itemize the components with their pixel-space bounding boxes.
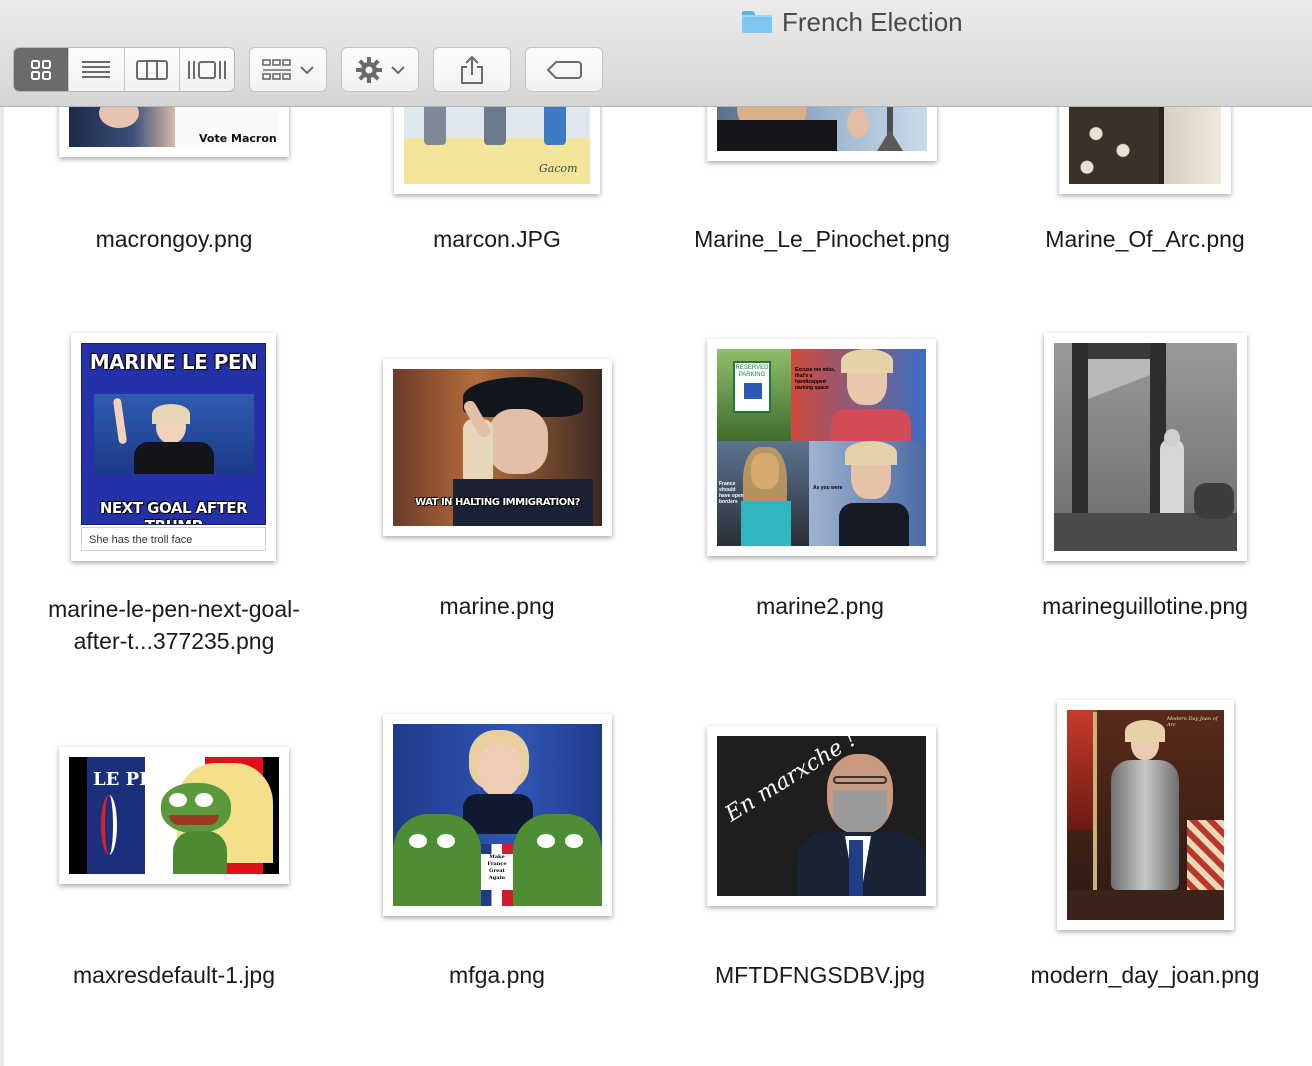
file-name[interactable]: macrongoy.png [24, 226, 324, 253]
tag-icon [546, 60, 582, 79]
file-thumbnail[interactable]: Modern Day Joan of Arc [1057, 700, 1234, 930]
file-thumbnail[interactable]: RESERVED PARKING Excuse me miss, that's … [707, 339, 936, 556]
meme-bottom-text: NEXT GOAL AFTER TRUMP [99, 499, 248, 524]
file-name[interactable]: marineguillotine.png [995, 593, 1295, 620]
file-thumbnail[interactable]: LE PEN [59, 747, 289, 884]
chevron-down-icon [300, 65, 314, 74]
thumbnail-text: Make France Great Again [481, 854, 513, 890]
columns-icon [135, 59, 168, 80]
list-icon [82, 60, 111, 78]
icon-view-grid: Vote Macron macrongoy.png Gacom marcon.J… [0, 0, 1312, 1066]
file-name[interactable]: marine.png [347, 593, 647, 620]
file-thumbnail[interactable]: MARINE LE PEN NEXT GOAL AFTER TRUMP She … [71, 333, 276, 561]
folder-icon [742, 11, 772, 33]
file-name[interactable]: mfga.png [347, 962, 647, 989]
file-thumbnail[interactable]: Make France Great Again [383, 714, 612, 916]
coverflow-view-button[interactable] [178, 48, 234, 91]
file-name[interactable]: modern_day_joan.png [995, 962, 1295, 989]
share-icon [461, 55, 483, 84]
file-name[interactable]: Marine_Le_Pinochet.png [672, 226, 972, 253]
icon-view-button[interactable] [14, 48, 69, 91]
file-thumbnail[interactable]: En marxche ! [707, 726, 936, 906]
file-name[interactable]: MFTDFNGSDBV.jpg [670, 962, 970, 989]
file-thumbnail[interactable]: WAT IN HALTING IMMIGRATION? [383, 359, 612, 536]
coverflow-icon [187, 60, 226, 79]
action-button[interactable] [341, 47, 419, 92]
file-name[interactable]: Marine_Of_Arc.png [995, 226, 1295, 253]
file-name[interactable]: marine2.png [670, 593, 970, 620]
column-view-button[interactable] [123, 48, 179, 91]
share-button[interactable] [433, 47, 511, 92]
view-mode-segmented-control [13, 47, 235, 92]
grid-icon [31, 59, 52, 80]
tags-button[interactable] [525, 47, 603, 92]
thumbnail-text: Modern Day Joan of Arc [1167, 716, 1218, 728]
thumbnail-signature: Gacom [539, 162, 578, 175]
list-view-button[interactable] [68, 48, 124, 91]
gear-icon [356, 56, 382, 83]
meme-top-text: MARINE LE PEN [89, 350, 258, 374]
thumbnail-text: France should have open borders [719, 481, 744, 505]
file-name[interactable]: marcon.JPG [347, 226, 647, 253]
thumbnail-text: Excuse me miss, that's a handicapped par… [795, 367, 836, 391]
meme-bottom-text: WAT IN HALTING IMMIGRATION? [415, 497, 580, 508]
window-title: French Election [742, 6, 963, 38]
thumbnail-text: LE PEN [93, 769, 170, 790]
thumbnail-text: As you were [813, 485, 843, 491]
arrange-grid-icon [262, 58, 291, 80]
file-name[interactable]: maxresdefault-1.jpg [24, 962, 324, 989]
arrange-button[interactable] [249, 47, 327, 92]
file-thumbnail[interactable] [1044, 333, 1247, 561]
parking-sign-text: RESERVED PARKING [735, 365, 769, 378]
finder-toolbar: French Election [0, 0, 1312, 107]
file-name[interactable]: marine-le-pen-next-goal-after-t...377235… [24, 593, 324, 657]
chevron-down-icon [391, 65, 405, 74]
window-title-text: French Election [782, 6, 963, 37]
thumbnail-text: Vote Macron [199, 132, 277, 145]
